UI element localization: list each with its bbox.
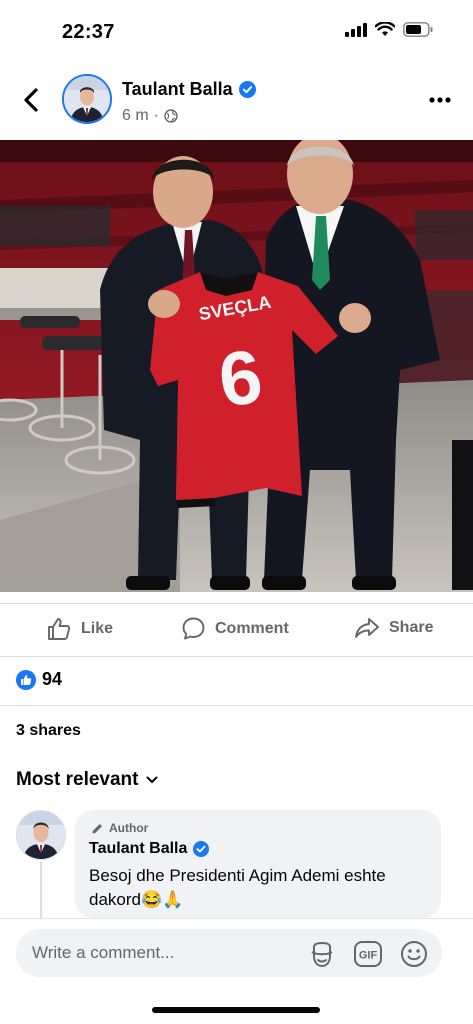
post-time[interactable]: 6 m xyxy=(122,107,149,125)
like-reaction-icon xyxy=(16,669,36,690)
globe-icon xyxy=(164,109,178,123)
comment-input-placeholder: Write a comment... xyxy=(32,943,175,962)
composer-icons: GIF xyxy=(306,938,430,970)
sticker-icon[interactable] xyxy=(306,938,338,970)
battery-icon xyxy=(403,22,433,42)
gif-icon[interactable]: GIF xyxy=(352,938,384,970)
reaction-summary[interactable]: 94 xyxy=(16,669,62,690)
back-chevron-icon xyxy=(24,88,38,112)
author-avatar[interactable] xyxy=(62,74,112,124)
gif-label: GIF xyxy=(359,950,378,962)
comment-filter-label: Most relevant xyxy=(16,769,139,790)
status-bar: 22:37 xyxy=(0,0,473,64)
divider-reactions xyxy=(0,705,473,706)
comment-label: Comment xyxy=(215,619,289,637)
author-name[interactable]: Taulant Balla xyxy=(122,79,256,100)
verified-badge-icon xyxy=(238,81,256,98)
chevron-down-icon xyxy=(146,776,158,783)
thumbs-up-icon xyxy=(48,618,71,640)
post-photo[interactable]: SVEÇLA 6 xyxy=(0,140,473,592)
status-time: 22:37 xyxy=(62,21,115,43)
commenter-name-text[interactable]: Taulant Balla xyxy=(89,840,187,858)
back-button[interactable] xyxy=(18,86,44,114)
more-dots-icon xyxy=(429,97,451,103)
comment-input[interactable]: Write a comment... GIF xyxy=(16,929,442,977)
signal-icon xyxy=(345,22,367,42)
author-name-text[interactable]: Taulant Balla xyxy=(122,79,233,100)
home-indicator xyxy=(152,1007,320,1013)
post-actions: Like Comment Share xyxy=(0,604,473,656)
wifi-icon xyxy=(374,21,396,42)
like-label: Like xyxy=(81,620,114,637)
status-icons xyxy=(345,21,433,42)
shares-count[interactable]: 3 shares xyxy=(16,722,81,740)
author-tag: Author xyxy=(91,821,148,835)
divider-actions xyxy=(0,656,473,657)
post-meta: 6 m · xyxy=(122,107,178,125)
thread-line xyxy=(40,862,42,918)
verified-badge-icon xyxy=(193,841,210,857)
share-label: Share xyxy=(389,619,434,636)
comment-composer-bar: Write a comment... GIF xyxy=(0,918,473,1024)
comment-bubble[interactable]: Author Taulant Balla Besoj dhe President… xyxy=(75,810,441,918)
commenter-avatar[interactable] xyxy=(16,810,66,860)
comment-filter[interactable]: Most relevant xyxy=(16,769,158,791)
post-header: Taulant Balla 6 m · xyxy=(0,66,473,136)
commenter-name[interactable]: Taulant Balla xyxy=(89,840,210,858)
reaction-count: 94 xyxy=(42,669,63,689)
comment-text: Besoj dhe Presidenti Agim Ademi eshte da… xyxy=(89,866,386,909)
pen-icon xyxy=(92,823,102,833)
share-button[interactable]: Share xyxy=(354,616,433,640)
comment-bubble-icon xyxy=(182,617,205,640)
author-tag-label: Author xyxy=(109,821,149,835)
comment-button[interactable]: Comment xyxy=(181,616,289,641)
emoji-icon[interactable] xyxy=(398,938,430,970)
like-button[interactable]: Like xyxy=(46,616,113,642)
more-options-button[interactable] xyxy=(427,90,453,110)
share-arrow-icon xyxy=(355,618,379,638)
meta-separator: · xyxy=(153,107,159,124)
